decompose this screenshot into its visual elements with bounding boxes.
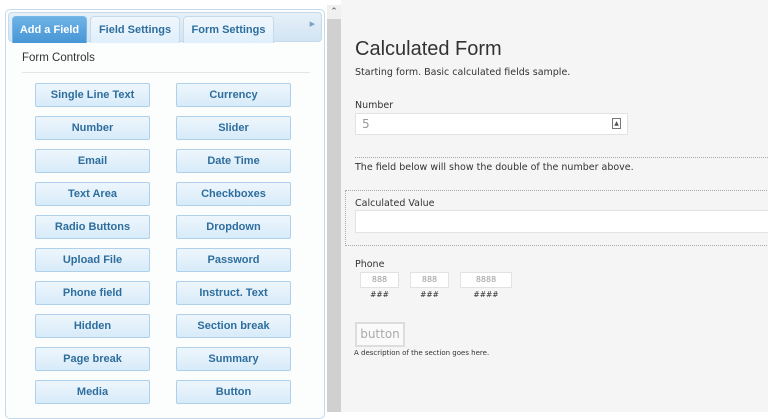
calculated-value-input[interactable] [355,210,768,233]
add-section-break-button[interactable]: Section break [176,314,291,338]
add-checkboxes-button[interactable]: Checkboxes [176,182,291,206]
phone-format: ### [370,290,389,299]
add-phone-field-button[interactable]: Phone field [35,281,150,305]
divider [22,72,310,73]
phone-label: Phone [355,259,385,270]
form-button[interactable]: button [355,322,405,347]
number-label: Number [355,100,394,111]
add-date-time-button[interactable]: Date Time [176,149,291,173]
add-hidden-button[interactable]: Hidden [35,314,150,338]
add-instruct-text-button[interactable]: Instruct. Text [176,281,291,305]
add-dropdown-button[interactable]: Dropdown [176,215,291,239]
calc-label: Calculated Value [355,198,435,209]
form-title: Calculated Form [355,38,502,60]
add-text-area-button[interactable]: Text Area [35,182,150,206]
add-summary-button[interactable]: Summary [176,347,291,371]
phone-line-input[interactable]: 8888 [460,272,512,288]
number-input[interactable]: 5 ▲ [355,113,628,135]
add-page-break-button[interactable]: Page break [35,347,150,371]
instruction-text: The field below will show the double of … [355,162,634,173]
phone-format: ### [420,290,439,299]
add-email-button[interactable]: Email [35,149,150,173]
add-currency-button[interactable]: Currency [176,83,291,107]
form-subtitle: Starting form. Basic calculated fields s… [355,67,571,78]
add-number-button[interactable]: Number [35,116,150,140]
scrollbar[interactable] [327,5,341,412]
tab-add-field[interactable]: Add a Field [12,16,87,43]
tab-bar: Add a Field Field Settings Form Settings… [8,12,322,43]
spinner-icon[interactable]: ▲ [612,118,621,129]
phone-prefix-input[interactable]: 888 [410,272,449,288]
number-value: 5 [362,117,370,131]
add-password-button[interactable]: Password [176,248,291,272]
add-single-line-text-button[interactable]: Single Line Text [35,83,150,107]
add-media-button[interactable]: Media [35,380,150,404]
add-upload-file-button[interactable]: Upload File [35,248,150,272]
phone-format: #### [473,290,499,299]
divider [355,157,768,158]
section-label: Form Controls [22,52,95,64]
phone-area-input[interactable]: 888 [360,272,399,288]
add-radio-buttons-button[interactable]: Radio Buttons [35,215,150,239]
scroll-up-icon[interactable]: ⌃ [327,5,341,19]
add-slider-button[interactable]: Slider [176,116,291,140]
tab-form-settings[interactable]: Form Settings [183,16,274,43]
add-button-button[interactable]: Button [176,380,291,404]
tab-scroll-right-icon[interactable]: ▶ [310,20,315,28]
form-preview: Calculated Form Starting form. Basic cal… [341,0,768,412]
tab-field-settings[interactable]: Field Settings [90,16,180,43]
section-description: A description of the section goes here. [354,349,490,357]
form-builder-panel: Add a Field Field Settings Form Settings… [5,9,325,419]
